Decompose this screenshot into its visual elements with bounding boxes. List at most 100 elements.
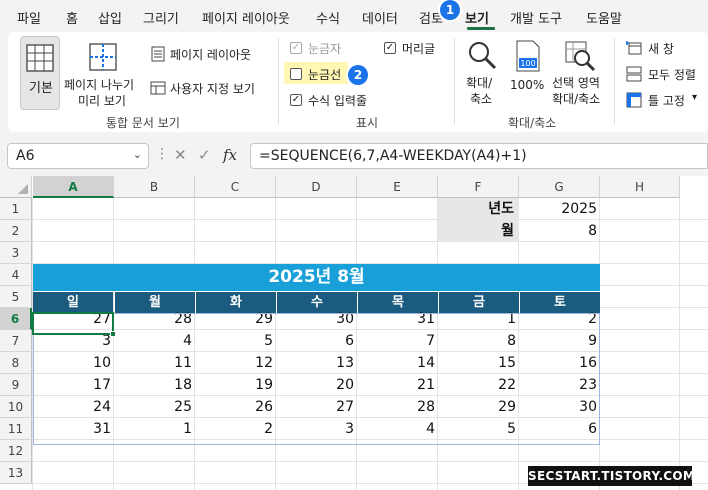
calendar-date-cell[interactable]: 29 — [195, 308, 276, 330]
calendar-date-cell[interactable]: 6 — [519, 418, 600, 440]
calendar-date-cell[interactable]: 7 — [357, 330, 438, 352]
row-header-13[interactable]: 13 — [0, 462, 32, 484]
fill-handle[interactable] — [110, 331, 116, 337]
calendar-date-cell[interactable]: 15 — [438, 352, 519, 374]
calendar-date-cell[interactable]: 3 — [33, 330, 114, 352]
calendar-date-cell[interactable]: 4 — [357, 418, 438, 440]
calendar-date-cell[interactable]: 4 — [114, 330, 195, 352]
calendar-date-cell[interactable]: 31 — [33, 418, 114, 440]
cancel-icon[interactable]: ✕ — [174, 146, 187, 164]
calendar-date-cell[interactable]: 30 — [276, 308, 357, 330]
calendar-date-cell[interactable]: 9 — [519, 330, 600, 352]
calendar-date-cell[interactable]: 12 — [195, 352, 276, 374]
calendar-title[interactable]: 2025년 8월 — [33, 264, 600, 291]
zoom-button[interactable]: 확대/ 축소 — [460, 36, 504, 110]
row-header-3[interactable]: 3 — [0, 242, 32, 264]
month-value-cell[interactable]: 8 — [519, 220, 600, 242]
calendar-date-cell[interactable]: 22 — [438, 374, 519, 396]
calendar-date-cell[interactable]: 20 — [276, 374, 357, 396]
zoom-to-selection-button[interactable]: 선택 영역 확대/축소 — [550, 36, 610, 110]
column-header-d[interactable]: D — [276, 176, 357, 198]
calendar-date-cell[interactable]: 16 — [519, 352, 600, 374]
row-header-7[interactable]: 7 — [0, 330, 32, 352]
year-label-cell[interactable]: 년도 — [438, 198, 519, 220]
row-header-6[interactable]: 6 — [0, 308, 32, 330]
row-header-9[interactable]: 9 — [0, 374, 32, 396]
page-break-preview-button[interactable]: 페이지 나누기 미리 보기 — [64, 36, 144, 110]
enter-check-icon[interactable]: ✓ — [198, 146, 211, 164]
calendar-date-cell[interactable]: 3 — [276, 418, 357, 440]
calendar-date-cell[interactable]: 21 — [357, 374, 438, 396]
row-header-1[interactable]: 1 — [0, 198, 32, 220]
calendar-date-cell[interactable]: 10 — [33, 352, 114, 374]
calendar-date-cell[interactable]: 27 — [33, 308, 114, 330]
arrange-all-button[interactable]: 모두 정렬 — [624, 64, 708, 84]
tab-draw[interactable]: 그리기 — [143, 8, 179, 27]
row-header-8[interactable]: 8 — [0, 352, 32, 374]
calendar-date-cell[interactable]: 5 — [195, 330, 276, 352]
tab-home[interactable]: 홈 — [66, 8, 78, 27]
calendar-date-cell[interactable]: 1 — [114, 418, 195, 440]
tab-formulas[interactable]: 수식 — [316, 8, 340, 27]
column-header-b[interactable]: B — [114, 176, 195, 198]
tab-insert[interactable]: 삽입 — [98, 8, 122, 27]
tab-help[interactable]: 도움말 — [586, 8, 622, 27]
calendar-date-cell[interactable]: 14 — [357, 352, 438, 374]
calendar-date-cell[interactable]: 29 — [438, 396, 519, 418]
normal-view-button[interactable]: 기본 — [20, 36, 60, 110]
column-header-h[interactable]: H — [600, 176, 680, 198]
tab-page-layout[interactable]: 페이지 레이아웃 — [202, 8, 290, 27]
row-header-2[interactable]: 2 — [0, 220, 32, 242]
calendar-date-cell[interactable]: 17 — [33, 374, 114, 396]
calendar-date-cell[interactable]: 30 — [519, 396, 600, 418]
formula-bar-checkbox[interactable]: ✓ 수식 입력줄 — [290, 92, 390, 110]
month-label-cell[interactable]: 월 — [438, 220, 519, 242]
freeze-panes-button[interactable]: 틀 고정 ▾ — [624, 90, 708, 110]
column-header-a[interactable]: A — [33, 176, 114, 198]
tab-data[interactable]: 데이터 — [362, 8, 398, 27]
headings-checkbox[interactable]: ✓ 머리글 — [384, 40, 454, 58]
tab-view[interactable]: 보기 — [465, 8, 489, 27]
ruler-checkbox[interactable]: ✓ 눈금자 — [290, 40, 360, 58]
calendar-date-cell[interactable]: 26 — [195, 396, 276, 418]
name-box[interactable]: A6 ⌄ — [7, 143, 149, 169]
calendar-date-cell[interactable]: 13 — [276, 352, 357, 374]
calendar-date-cell[interactable]: 2 — [195, 418, 276, 440]
column-header-g[interactable]: G — [519, 176, 600, 198]
row-header-10[interactable]: 10 — [0, 396, 32, 418]
row-header-5[interactable]: 5 — [0, 286, 32, 308]
new-window-button[interactable]: 새 창 — [624, 38, 704, 58]
calendar-date-cell[interactable]: 28 — [357, 396, 438, 418]
page-layout-view-button[interactable]: 페이지 레이아웃 — [148, 44, 268, 64]
calendar-date-cell[interactable]: 1 — [438, 308, 519, 330]
formula-input[interactable]: =SEQUENCE(6,7,A4-WEEKDAY(A4)+1) — [250, 143, 708, 169]
calendar-date-cell[interactable]: 18 — [114, 374, 195, 396]
calendar-date-cell[interactable]: 11 — [114, 352, 195, 374]
calendar-date-cell[interactable]: 27 — [276, 396, 357, 418]
calendar-date-cell[interactable]: 8 — [438, 330, 519, 352]
calendar-date-cell[interactable]: 6 — [276, 330, 357, 352]
chevron-down-icon[interactable]: ⌄ — [133, 148, 142, 161]
row-header-4[interactable]: 4 — [0, 264, 32, 286]
calendar-date-cell[interactable]: 2 — [519, 308, 600, 330]
calendar-date-cell[interactable]: 28 — [114, 308, 195, 330]
column-header-e[interactable]: E — [357, 176, 438, 198]
more-options-icon[interactable]: ⋮ — [155, 146, 169, 162]
calendar-date-cell[interactable]: 19 — [195, 374, 276, 396]
worksheet-grid[interactable]: A B C D E F G H 1 2 3 4 5 6 7 8 9 10 11 12 13 년도 2025 월 8 2025년 8… — [0, 176, 708, 490]
tab-file[interactable]: 파일 — [17, 8, 41, 27]
year-value-cell[interactable]: 2025 — [519, 198, 600, 220]
zoom-100-button[interactable]: 100 100% — [508, 36, 548, 110]
select-all-corner[interactable] — [0, 176, 32, 198]
calendar-date-cell[interactable]: 31 — [357, 308, 438, 330]
calendar-date-cell[interactable]: 5 — [438, 418, 519, 440]
row-header-11[interactable]: 11 — [0, 418, 32, 440]
tab-developer[interactable]: 개발 도구 — [510, 8, 562, 27]
row-header-12[interactable]: 12 — [0, 440, 32, 462]
calendar-date-cell[interactable]: 23 — [519, 374, 600, 396]
calendar-date-cell[interactable]: 25 — [114, 396, 195, 418]
column-header-c[interactable]: C — [195, 176, 276, 198]
insert-function-icon[interactable]: fx — [223, 146, 237, 164]
custom-views-button[interactable]: 사용자 지정 보기 — [148, 78, 276, 98]
column-header-f[interactable]: F — [438, 176, 519, 198]
